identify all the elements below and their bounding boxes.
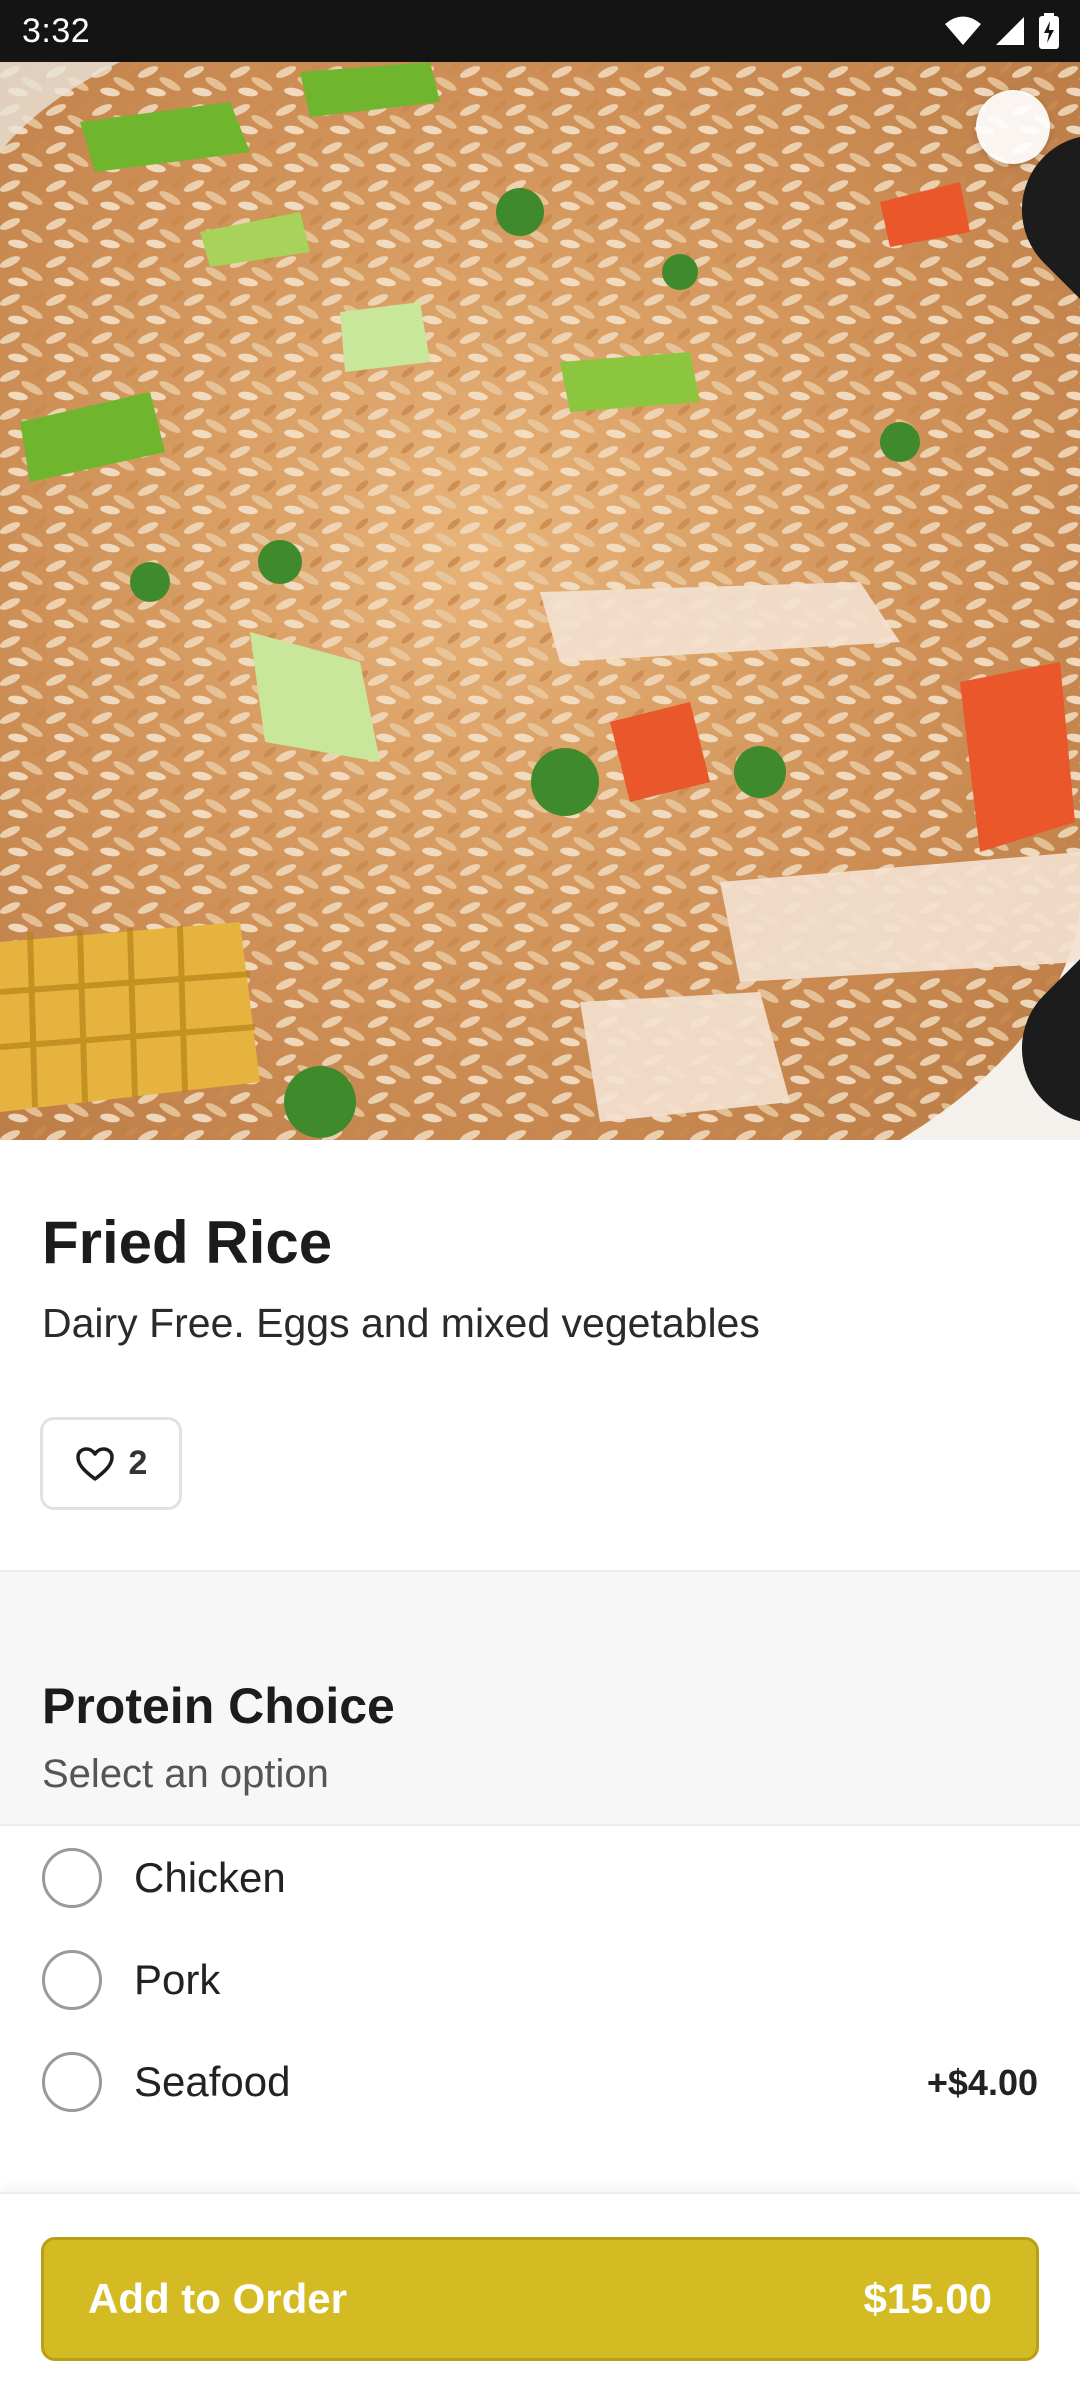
option-label: Pork xyxy=(134,1956,221,2003)
item-photo xyxy=(0,62,1080,1140)
wifi-icon xyxy=(945,16,981,45)
option-price: +$4.00 xyxy=(926,2062,1038,2103)
close-button[interactable] xyxy=(976,90,1080,1121)
status-bar: 3:32 xyxy=(0,0,1080,62)
status-icons xyxy=(944,12,1060,50)
radio-button[interactable] xyxy=(42,1950,102,2010)
order-total-price: $15.00 xyxy=(863,2275,992,2322)
status-time: 3:32 xyxy=(22,12,91,50)
option-chicken[interactable]: Chicken xyxy=(0,1826,1080,1928)
item-description: Dairy Free. Eggs and mixed vegetables xyxy=(42,1300,760,1346)
option-label: Seafood xyxy=(134,2058,291,2105)
battery-charging-icon xyxy=(1039,13,1059,49)
favorite-count: 2 xyxy=(128,1444,148,1482)
section-title: Protein Choice xyxy=(42,1678,395,1734)
add-to-order-label: Add to Order xyxy=(88,2275,347,2322)
option-pork[interactable]: Pork xyxy=(0,1928,1080,2030)
section-subtitle: Select an option xyxy=(42,1752,329,1796)
radio-button[interactable] xyxy=(42,2052,102,2112)
protein-options-list: Chicken Pork Seafood +$4.00 xyxy=(0,1826,1080,2196)
option-seafood[interactable]: Seafood +$4.00 xyxy=(0,2030,1080,2132)
heart-icon xyxy=(75,1446,114,1481)
bottom-bar: Add to Order $15.00 xyxy=(0,2192,1080,2400)
option-label: Chicken xyxy=(134,1854,286,1901)
add-to-order-button[interactable]: Add to Order $15.00 xyxy=(41,2237,1039,2361)
close-icon xyxy=(1021,137,1080,1121)
signal-icon xyxy=(996,17,1024,45)
item-title: Fried Rice xyxy=(42,1209,333,1276)
favorite-button[interactable]: 2 xyxy=(40,1417,182,1510)
protein-choice-header: Protein Choice Select an option xyxy=(0,1570,1080,1826)
fried-rice-photo xyxy=(0,62,1080,1140)
item-info: Fried Rice Dairy Free. Eggs and mixed ve… xyxy=(0,1140,1080,1570)
radio-button[interactable] xyxy=(42,1848,102,1908)
